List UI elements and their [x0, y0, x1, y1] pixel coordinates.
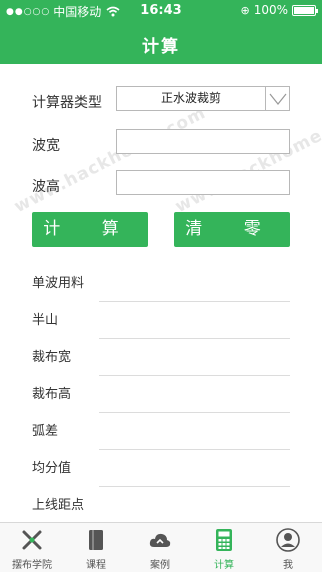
- calculator-icon: [216, 529, 232, 551]
- page-title: 计算: [142, 37, 180, 57]
- result-label: 裁布高: [32, 387, 72, 402]
- tab-bar: 摆布学院 课程 案例 计算 我: [0, 522, 322, 572]
- tab-calculate[interactable]: 计算: [192, 523, 256, 572]
- result-label: 半山: [32, 313, 59, 328]
- calculate-button[interactable]: 计 算: [32, 212, 148, 247]
- cloud-icon: [149, 533, 171, 547]
- tab-academy[interactable]: 摆布学院: [0, 523, 64, 572]
- calculator-screen: ●●○○○ 中国移动 16:43 ⊕ 100% 计算 www.hackhome.…: [0, 0, 322, 572]
- wave-height-input[interactable]: [116, 170, 290, 195]
- height-label: 波高: [32, 179, 60, 195]
- result-row: 裁布宽: [32, 338, 290, 376]
- status-bar: ●●○○○ 中国移动 16:43 ⊕ 100%: [0, 0, 322, 22]
- result-row: 半山: [32, 301, 290, 339]
- battery-percent: 100%: [253, 3, 288, 17]
- width-label: 波宽: [32, 138, 60, 154]
- user-icon: [276, 528, 300, 552]
- chevron-down-icon[interactable]: [265, 87, 289, 110]
- battery-icon: [292, 4, 318, 16]
- tab-course[interactable]: 课程: [64, 523, 128, 572]
- result-row: 裁布高: [32, 375, 290, 413]
- academy-icon: [22, 530, 42, 550]
- result-row: 均分值: [32, 449, 290, 487]
- result-row: 单波用料: [32, 264, 290, 302]
- result-label: 弧差: [32, 424, 59, 439]
- tab-cases[interactable]: 案例: [128, 523, 192, 572]
- calculator-type-select[interactable]: 正水波裁剪: [116, 86, 290, 111]
- result-label: 均分值: [32, 461, 72, 476]
- result-label: 上线距点: [32, 498, 85, 513]
- tab-me[interactable]: 我: [256, 523, 320, 572]
- wave-width-input[interactable]: [116, 129, 290, 154]
- type-label: 计算器类型: [32, 95, 102, 111]
- top-bar: ●●○○○ 中国移动 16:43 ⊕ 100% 计算: [0, 0, 322, 64]
- result-label: 裁布宽: [32, 350, 72, 365]
- result-label: 单波用料: [32, 276, 85, 291]
- rotation-lock-icon: ⊕: [240, 3, 250, 17]
- clear-button[interactable]: 清 零: [174, 212, 290, 247]
- type-value: 正水波裁剪: [160, 91, 221, 105]
- result-row: 弧差: [32, 412, 290, 450]
- result-row: 上线距点: [32, 486, 290, 524]
- book-icon: [89, 530, 103, 550]
